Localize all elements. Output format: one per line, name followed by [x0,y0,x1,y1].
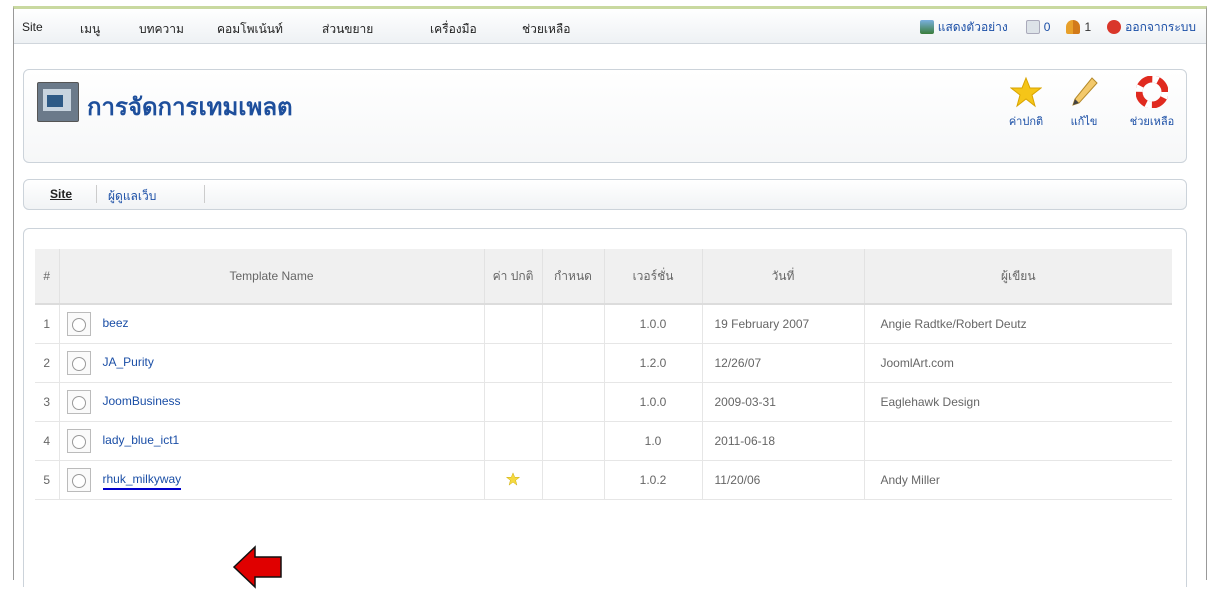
templates-table: # Template Name ค่า ปกติ กำหนด เวอร์ชั่น… [35,249,1172,500]
status-bar: แสดงตัวอย่าง 0 1 ออกจากระบบ [919,17,1196,37]
logout-link[interactable]: ออกจากระบบ [1125,18,1196,37]
row-number: 3 [35,382,59,422]
row-number: 2 [35,343,59,383]
author-cell: JoomlArt.com [863,343,1172,383]
version-cell: 1.0 [603,421,702,461]
template-name-link[interactable]: rhuk_milkyway [102,472,182,491]
messages-icon [1025,20,1040,34]
author-cell: Andy Miller [863,460,1172,500]
logout-icon [1107,20,1122,34]
red-arrow-left-icon [233,545,282,589]
menu-articles[interactable]: บทความ [139,20,184,39]
author-cell: Angie Radtke/Robert Deutz [863,304,1172,344]
preview-icon [919,20,934,34]
version-cell: 1.0.0 [603,304,702,344]
table-row: 4 lady_blue_ict1 1.0 2011-06-18 [35,421,1172,461]
col-author: ผู้เขียน [863,249,1172,305]
table-row: 5 rhuk_milkyway 1.0.2 11/20/06 Andy Miller [35,460,1172,500]
star-icon [1010,76,1042,108]
template-submenu: Site ผู้ดูแลเว็บ [23,179,1187,210]
table-row: 3 JoomBusiness 1.0.0 2009-03-31 Eaglehawk De… [35,382,1172,422]
table-row: 1 beez 1.0.0 19 February 2007 Angie Radtke/R… [35,304,1172,344]
template-radio[interactable] [66,468,91,492]
assigned-cell [541,343,604,383]
date-cell: 2009-03-31 [701,382,864,422]
table-header-row: # Template Name ค่า ปกติ กำหนด เวอร์ชั่น… [35,249,1172,305]
default-cell [483,382,542,422]
author-cell: Eaglehawk Design [863,382,1172,422]
template-cell: JA_Purity [58,343,484,383]
assigned-cell [541,460,604,500]
menu-help[interactable]: ช่วยเหลือ [522,20,571,39]
template-manager-icon [37,82,79,122]
template-cell: lady_blue_ict1 [58,421,484,461]
pencil-icon [1072,77,1098,106]
template-cell: beez [58,304,484,344]
submenu-site[interactable]: Site [50,187,72,201]
col-default: ค่า ปกติ [483,249,542,305]
templates-panel: # Template Name ค่า ปกติ กำหนด เวอร์ชั่น… [23,228,1187,589]
template-name-link[interactable]: JA_Purity [103,355,154,369]
date-cell: 19 February 2007 [701,304,864,344]
version-cell: 1.0.2 [603,460,702,500]
default-button[interactable]: ค่าปกติ [996,76,1056,130]
version-cell: 1.2.0 [603,343,702,383]
col-template-name[interactable]: Template Name [58,249,484,305]
default-cell [483,460,542,500]
default-button-label: ค่าปกติ [1008,116,1044,128]
menu-site[interactable]: Site [22,20,43,34]
assigned-cell [541,382,604,422]
menu-extensions[interactable]: ส่วนขยาย [322,20,373,39]
template-cell: rhuk_milkyway [58,460,484,500]
row-number: 1 [35,304,59,344]
submenu-administrator[interactable]: ผู้ดูแลเว็บ [108,187,156,206]
template-radio[interactable] [66,351,91,375]
template-name-link[interactable]: lady_blue_ict1 [103,433,180,447]
template-radio[interactable] [66,312,91,336]
preview-link[interactable]: แสดงตัวอย่าง [938,18,1008,37]
row-number: 5 [35,460,59,500]
default-cell [483,304,542,344]
date-cell: 2011-06-18 [701,421,864,461]
assigned-cell [541,421,604,461]
col-date: วันที่ [701,249,864,305]
menu-tools[interactable]: เครื่องมือ [430,20,477,39]
template-radio[interactable] [66,429,91,453]
admin-window: Site เมนู บทความ คอมโพเน้นท์ ส่วนขยาย เค… [13,6,1207,589]
date-cell: 12/26/07 [701,343,864,383]
template-name-link[interactable]: beez [103,316,129,330]
menu-menus[interactable]: เมนู [80,20,100,39]
table-row: 2 JA_Purity 1.2.0 12/26/07 JoomlArt.com [35,343,1172,383]
menu-components[interactable]: คอมโพเน้นท์ [217,20,283,39]
row-number: 4 [35,421,59,461]
author-cell [863,421,1172,461]
col-number: # [35,249,59,305]
date-cell: 11/20/06 [701,460,864,500]
version-cell: 1.0.0 [603,382,702,422]
users-icon [1066,20,1081,34]
template-cell: JoomBusiness [58,382,484,422]
page-header: การจัดการเทมเพลต ค่าปกติ แก้ไข ช่วยเหลือ [23,69,1187,163]
default-cell [483,421,542,461]
col-version: เวอร์ชั่น [603,249,702,305]
edit-button[interactable]: แก้ไข [1054,76,1114,130]
template-name-link[interactable]: JoomBusiness [103,394,181,408]
help-button-label: ช่วยเหลือ [1129,116,1175,128]
default-cell [483,343,542,383]
page-title: การจัดการเทมเพลต [87,94,293,121]
users-count: 1 [1084,20,1092,34]
lifebuoy-icon [1136,76,1168,108]
messages-count[interactable]: 0 [1044,20,1051,34]
default-star-icon [505,471,521,486]
help-button[interactable]: ช่วยเหลือ [1122,76,1182,130]
assigned-cell [541,304,604,344]
col-assigned: กำหนด [541,249,604,305]
edit-button-label: แก้ไข [1070,116,1098,128]
template-radio[interactable] [66,390,91,414]
top-menubar: Site เมนู บทความ คอมโพเน้นท์ ส่วนขยาย เค… [14,9,1206,44]
